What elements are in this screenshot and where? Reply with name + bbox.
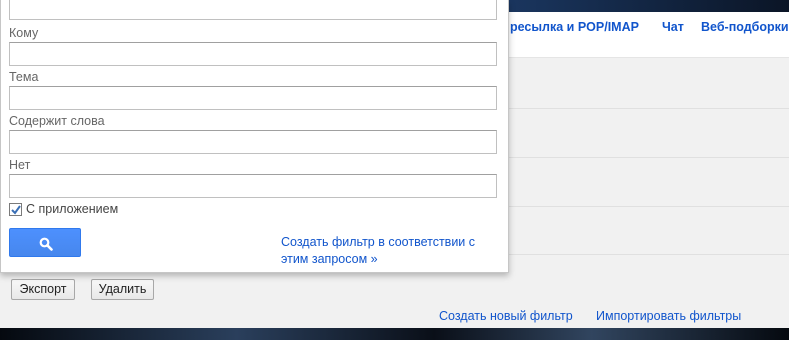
create-new-filter-link[interactable]: Создать новый фильтр	[439, 309, 573, 323]
has-attachment-option: С приложением	[9, 201, 118, 217]
theme-background-bottom	[0, 328, 789, 340]
subject-label: Тема	[9, 70, 39, 84]
subject-field[interactable]	[9, 86, 497, 110]
tab-web-clips[interactable]: Веб-подборки	[701, 20, 789, 34]
delete-button[interactable]: Удалить	[91, 279, 154, 300]
doesnt-have-field[interactable]	[9, 174, 497, 198]
advanced-search-popup: Кому Тема Содержит слова Нет С приложени…	[0, 0, 509, 273]
has-attachment-checkbox[interactable]	[9, 202, 22, 216]
export-button[interactable]: Экспорт	[11, 279, 75, 300]
search-button[interactable]	[9, 228, 81, 257]
to-field[interactable]	[9, 42, 497, 66]
tab-chat[interactable]: Чат	[662, 20, 684, 34]
checkmark-icon	[11, 204, 21, 215]
search-icon	[39, 237, 53, 251]
has-words-field[interactable]	[9, 130, 497, 154]
import-filters-link[interactable]: Импортировать фильтры	[596, 309, 741, 323]
doesnt-have-label: Нет	[9, 158, 31, 172]
create-filter-from-search-link[interactable]: Создать фильтр в соответствии с этим зап…	[281, 234, 491, 268]
has-attachment-label: С приложением	[26, 202, 119, 216]
from-field[interactable]	[9, 0, 497, 20]
has-words-label: Содержит слова	[9, 114, 105, 128]
tab-forwarding-pop-imap[interactable]: ресылка и POP/IMAP	[510, 20, 639, 34]
to-label: Кому	[9, 26, 39, 40]
